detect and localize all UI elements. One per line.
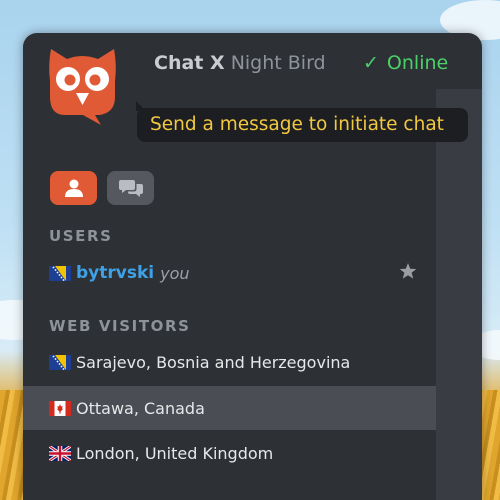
app-subtitle: Night Bird (230, 52, 326, 74)
owl-logo-icon (49, 49, 116, 125)
tooltip-text: Send a message to initiate chat (150, 114, 444, 135)
online-status[interactable]: ✓ Online (363, 52, 448, 74)
tab-users[interactable] (50, 171, 97, 205)
username: bytrvski (76, 263, 155, 283)
panel-scrollbar[interactable] (436, 89, 482, 500)
visitor-row-selected[interactable]: Ottawa, Canada (23, 386, 436, 430)
canada-flag-icon (49, 400, 71, 416)
tab-chats[interactable] (107, 171, 154, 205)
check-icon: ✓ (363, 52, 379, 74)
status-label: Online (386, 52, 449, 74)
app-title: Chat X Night Bird (154, 52, 326, 74)
bosnia-flag-icon (49, 265, 71, 281)
chat-panel: Chat X Night Bird ✓ Online Send a message… (23, 33, 482, 500)
star-icon[interactable] (399, 262, 417, 280)
initiate-chat-tooltip: Send a message to initiate chat (136, 101, 468, 142)
visitor-row[interactable]: London, United Kingdom (23, 431, 436, 475)
visitor-location: Ottawa, Canada (76, 398, 205, 418)
user-icon (64, 179, 83, 197)
visitor-row[interactable]: Sarajevo, Bosnia and Herzegovina (23, 340, 436, 384)
visitor-location: Sarajevo, Bosnia and Herzegovina (76, 352, 351, 372)
chat-bubbles-icon (118, 180, 143, 197)
app-name: Chat X (154, 52, 225, 74)
bosnia-flag-icon (49, 354, 71, 370)
uk-flag-icon (49, 445, 71, 461)
user-row[interactable]: bytrvski you (23, 251, 436, 295)
visitor-location: London, United Kingdom (76, 443, 274, 463)
users-heading: USERS (49, 227, 113, 245)
you-tag: you (160, 263, 190, 283)
web-visitors-heading: WEB VISITORS (49, 317, 191, 335)
